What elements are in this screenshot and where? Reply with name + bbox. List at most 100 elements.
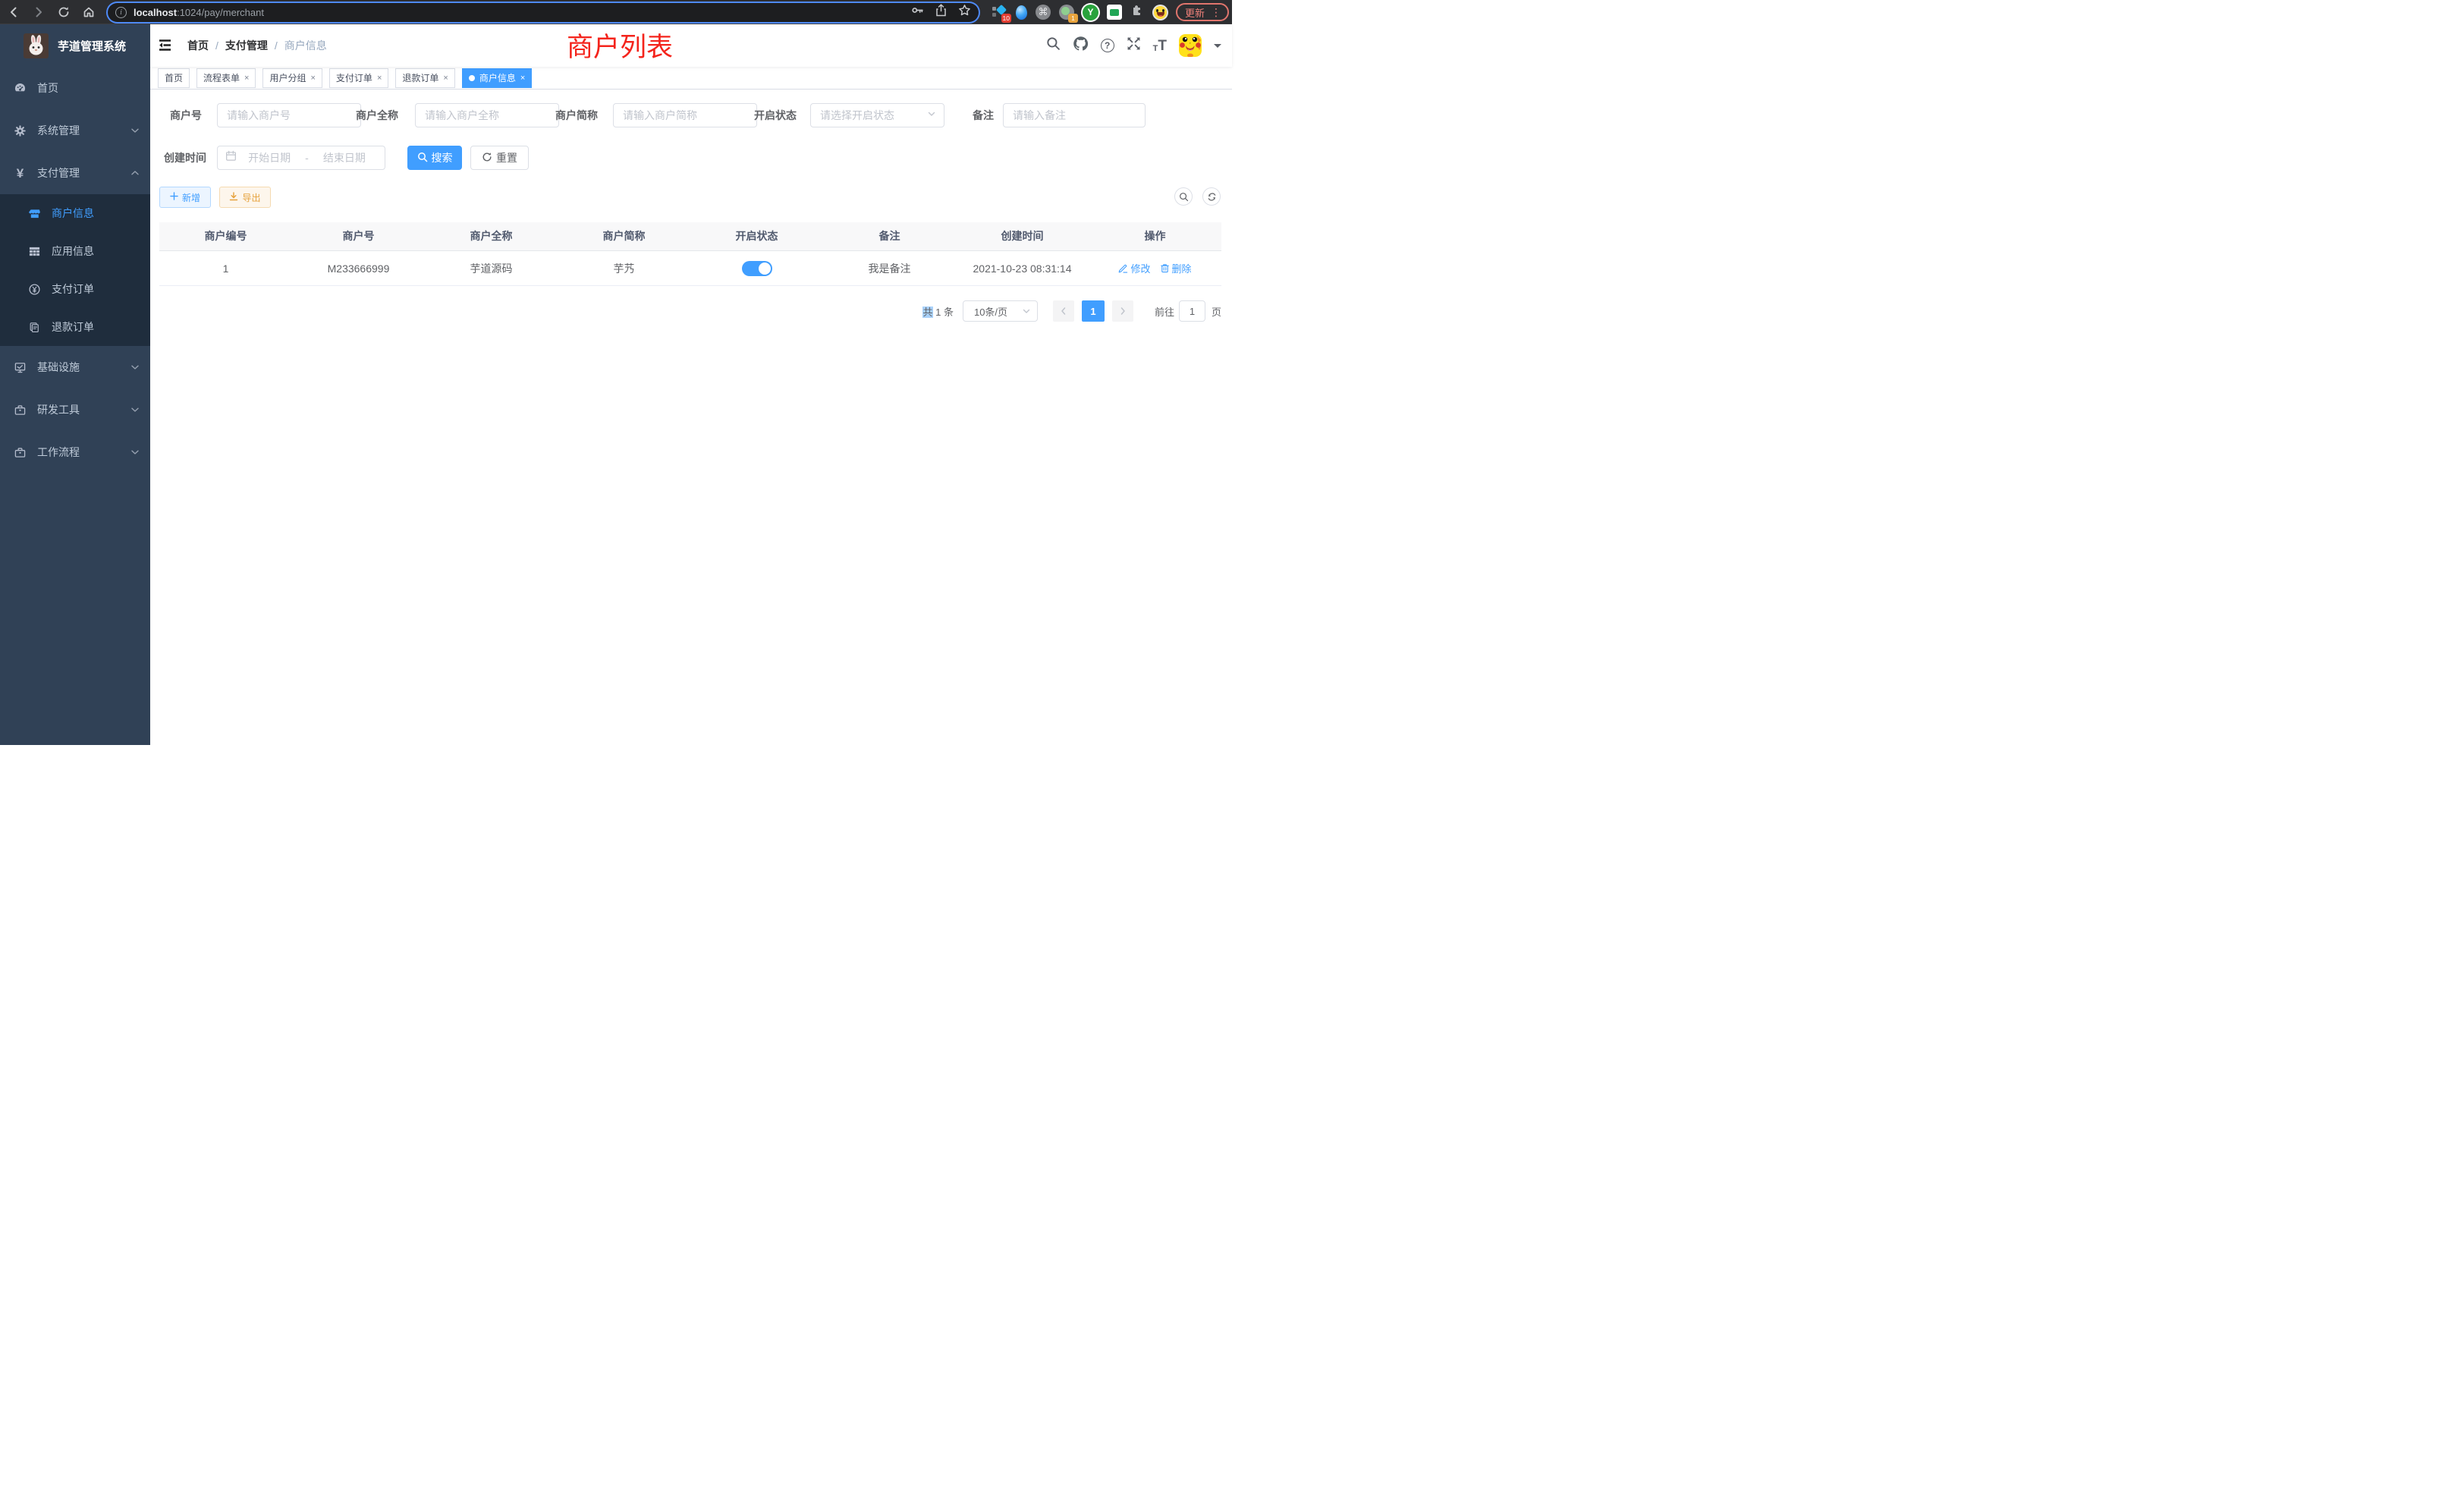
export-button[interactable]: 导出	[219, 187, 271, 208]
add-button[interactable]: 新增	[159, 187, 211, 208]
sidebar-item-pay-order[interactable]: 支付订单	[0, 270, 150, 308]
merchant-no-label: 商户号	[159, 103, 202, 127]
extension-command-icon[interactable]: ⌘	[1036, 5, 1051, 20]
remark-input[interactable]	[1003, 103, 1146, 127]
briefcase-icon	[14, 447, 27, 458]
status-toggle[interactable]	[742, 261, 772, 276]
status-select[interactable]: 请选择开启状态	[810, 103, 944, 127]
merchant-no-input[interactable]	[217, 103, 361, 127]
sidebar-item-label: 工作流程	[37, 445, 80, 460]
close-icon[interactable]: ×	[244, 74, 249, 83]
tab-merchant-info[interactable]: 商户信息×	[462, 68, 532, 88]
font-size-icon[interactable]: TT	[1153, 39, 1167, 53]
sidebar-item-home[interactable]: 首页	[0, 67, 150, 109]
total-count: 共 1 条	[922, 304, 953, 319]
home-icon[interactable]	[83, 6, 95, 18]
chevron-right-icon	[1118, 306, 1127, 316]
full-name-label: 商户全称	[350, 103, 398, 127]
tab-process-form[interactable]: 流程表单×	[196, 68, 256, 88]
extension-balloon-icon[interactable]	[1016, 5, 1027, 20]
sidebar-item-refund-order[interactable]: 退款订单	[0, 308, 150, 346]
delete-link[interactable]: 删除	[1160, 261, 1192, 275]
dashboard-icon	[14, 83, 27, 94]
search-icon[interactable]	[1046, 36, 1061, 55]
page-number-button[interactable]: 1	[1082, 300, 1105, 322]
reset-button[interactable]: 重置	[470, 146, 529, 170]
close-icon[interactable]: ×	[520, 74, 525, 83]
page: i localhost:1024/pay/merchant 10 ⌘ 1 Y 更…	[0, 0, 1232, 745]
sidebar-collapse-icon[interactable]	[158, 39, 172, 55]
breadcrumb-payment[interactable]: 支付管理	[225, 38, 268, 53]
navbar: 首页 / 支付管理 / 商户信息 ? TT	[150, 24, 1232, 67]
avatar-caret-icon[interactable]	[1214, 44, 1221, 52]
extension-emoji-icon[interactable]	[1152, 5, 1168, 20]
extensions-puzzle-icon[interactable]	[1130, 4, 1144, 21]
site-info-icon[interactable]: i	[115, 7, 127, 18]
browser-update-button[interactable]: 更新 ⋮	[1176, 3, 1229, 21]
tab-pay-order[interactable]: 支付订单×	[329, 68, 388, 88]
sidebar-item-system[interactable]: 系统管理	[0, 109, 150, 152]
sidebar-item-label: 研发工具	[37, 402, 80, 417]
end-date-placeholder: 结束日期	[312, 150, 377, 165]
fullscreen-icon[interactable]	[1127, 36, 1141, 55]
tab-refund-order[interactable]: 退款订单×	[395, 68, 454, 88]
annotation-merchant-list: 商户列表	[567, 26, 673, 64]
sidebar-item-label: 应用信息	[52, 244, 94, 259]
start-date-placeholder: 开始日期	[237, 150, 302, 165]
pagination: 共 1 条 10条/页 1 前往 页	[159, 300, 1221, 322]
status-label: 开启状态	[749, 103, 797, 127]
table-row: 1 M233666999 芋道源码 芋艿 我是备注 2021-10-23 08:…	[159, 251, 1221, 286]
sidebar-item-infrastructure[interactable]: 基础设施	[0, 346, 150, 388]
browser-menu-icon[interactable]: ⋮	[1211, 7, 1221, 17]
github-icon[interactable]	[1073, 36, 1089, 55]
back-icon[interactable]	[8, 6, 20, 18]
help-icon[interactable]: ?	[1101, 39, 1114, 52]
forward-icon[interactable]	[33, 6, 45, 18]
grid-icon	[28, 246, 40, 257]
goto-page-input[interactable]	[1179, 300, 1205, 322]
create-time-range-input[interactable]: 开始日期 - 结束日期	[217, 146, 385, 170]
url-bar[interactable]: i localhost:1024/pay/merchant	[108, 3, 979, 22]
password-key-icon[interactable]	[911, 4, 924, 20]
sidebar-item-dev-tools[interactable]: 研发工具	[0, 388, 150, 431]
yen-circle-icon	[28, 284, 40, 295]
full-name-input[interactable]	[415, 103, 559, 127]
reload-icon[interactable]	[58, 6, 70, 18]
sidebar-item-workflow[interactable]: 工作流程	[0, 431, 150, 473]
extension-chat-icon[interactable]	[1107, 5, 1122, 20]
page-size-select[interactable]: 10条/页	[963, 300, 1038, 322]
document-icon	[28, 322, 40, 333]
bookmark-star-icon[interactable]	[958, 4, 971, 20]
store-icon	[28, 208, 40, 219]
next-page-button[interactable]	[1112, 300, 1133, 322]
extension-tasks-icon[interactable]: 10	[992, 5, 1007, 20]
cell-merchant-no: M233666999	[292, 251, 425, 285]
chevron-down-icon	[130, 126, 140, 135]
close-icon[interactable]: ×	[310, 74, 315, 83]
sidebar-item-payment[interactable]: ¥ 支付管理	[0, 152, 150, 194]
tab-home[interactable]: 首页	[158, 68, 190, 88]
edit-icon	[1118, 263, 1128, 273]
table-header: 商户编号 商户号 商户全称 商户简称 开启状态 备注 创建时间 操作	[159, 222, 1221, 251]
short-name-input[interactable]	[613, 103, 757, 127]
col-short-name: 商户简称	[558, 222, 690, 250]
cell-full-name: 芋道源码	[425, 251, 558, 285]
app-logo[interactable]: 芋道管理系统	[0, 24, 150, 67]
sidebar-item-merchant-info[interactable]: 商户信息	[0, 194, 150, 232]
close-icon[interactable]: ×	[443, 74, 448, 83]
merchant-table: 商户编号 商户号 商户全称 商户简称 开启状态 备注 创建时间 操作 1 M23…	[159, 222, 1221, 286]
prev-page-button[interactable]	[1053, 300, 1074, 322]
sidebar-item-app-info[interactable]: 应用信息	[0, 232, 150, 270]
extension-y-icon[interactable]: Y	[1083, 5, 1098, 20]
share-icon[interactable]	[935, 4, 947, 20]
tab-user-group[interactable]: 用户分组×	[262, 68, 322, 88]
refresh-table-button[interactable]	[1202, 187, 1221, 206]
breadcrumb-home[interactable]: 首页	[187, 38, 209, 53]
extension-status-icon[interactable]: 1	[1059, 5, 1074, 20]
edit-link[interactable]: 修改	[1118, 261, 1150, 275]
toggle-search-button[interactable]	[1174, 187, 1193, 206]
user-avatar[interactable]	[1179, 34, 1202, 57]
sidebar-item-label: 系统管理	[37, 123, 80, 138]
close-icon[interactable]: ×	[377, 74, 382, 83]
search-button[interactable]: 搜索	[407, 146, 462, 170]
